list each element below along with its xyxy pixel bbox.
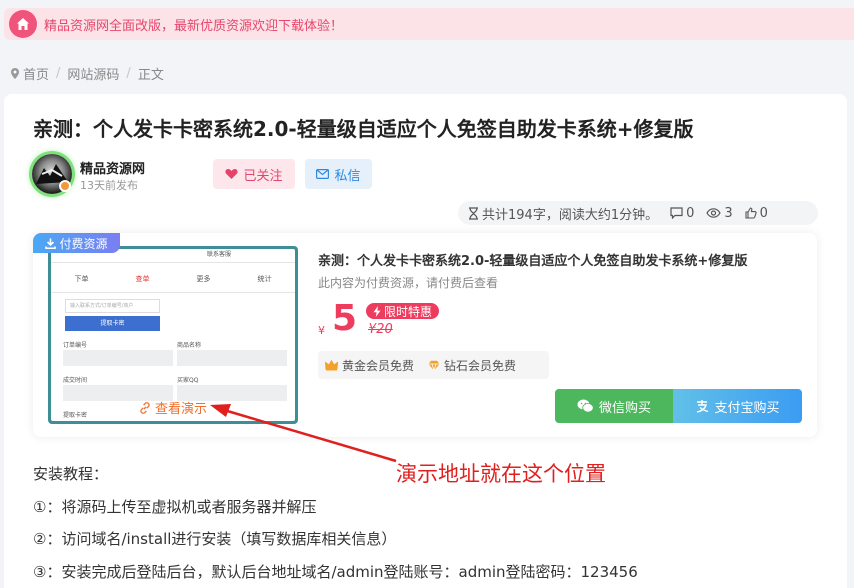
alipay-buy-button[interactable]: 支付宝购买 bbox=[673, 389, 802, 423]
diamond-icon bbox=[428, 360, 440, 371]
thumb-divider bbox=[51, 262, 295, 263]
thumb-query-button: 提取卡密 bbox=[65, 316, 160, 331]
location-pin-icon bbox=[11, 68, 19, 79]
follow-button[interactable]: 已关注 bbox=[213, 159, 295, 189]
thumb-top-text: 联系客服 bbox=[207, 251, 232, 258]
article-meta: 共计194字，阅读大约1分钟。 0 3 0 bbox=[458, 201, 818, 225]
thumb-input: 输入联系方式/订单编号/商户 bbox=[65, 299, 160, 313]
breadcrumb-category[interactable]: 网站源码 bbox=[67, 64, 119, 83]
alipay-buy-label: 支付宝购买 bbox=[714, 400, 780, 416]
mail-icon bbox=[316, 169, 330, 179]
follow-label: 已关注 bbox=[243, 168, 283, 184]
paid-resource-tag: 付费资源 bbox=[33, 233, 120, 253]
word-info: 共计194字，阅读大约1分钟。 bbox=[482, 207, 659, 223]
view-demo-label: 查看演示 bbox=[155, 402, 208, 417]
paid-resource-tag-label: 付费资源 bbox=[59, 236, 108, 251]
thumb-divider bbox=[51, 292, 295, 293]
message-label: 私信 bbox=[334, 168, 361, 184]
alipay-icon bbox=[697, 400, 709, 413]
link-icon bbox=[140, 401, 150, 414]
breadcrumb-current: 正文 bbox=[137, 68, 164, 83]
like-number: 0 bbox=[759, 205, 768, 221]
comment-number: 0 bbox=[686, 205, 695, 221]
word-count: 共计194字，阅读大约1分钟。 bbox=[468, 204, 658, 223]
post-time: 13天前发布 bbox=[80, 179, 138, 192]
view-demo-link[interactable]: 查看演示 bbox=[139, 398, 207, 417]
thumb-nav-item: 更多 bbox=[196, 275, 211, 283]
thumb-field bbox=[177, 350, 287, 366]
breadcrumb-separator: / bbox=[56, 66, 61, 81]
member-perks: 黄金会员免费 钻石会员免费 bbox=[318, 351, 549, 379]
heart-icon bbox=[225, 169, 239, 179]
price: 5 bbox=[332, 298, 358, 339]
comment-icon bbox=[670, 207, 683, 219]
original-price: ¥20 bbox=[368, 322, 393, 337]
thumb-label: 商品名称 bbox=[177, 342, 202, 349]
hourglass-icon bbox=[469, 206, 478, 220]
diamond-member-perk: 钻石会员免费 bbox=[428, 357, 516, 374]
comment-count[interactable]: 0 bbox=[670, 206, 694, 221]
resource-desc: 此内容为付费资源，请付费后查看 bbox=[318, 276, 499, 290]
wechat-buy-button[interactable]: 微信购买 bbox=[555, 389, 673, 423]
thumb-nav: 下单 查单 更多 统计 bbox=[51, 268, 295, 290]
notice-bar: 精品资源网全面改版，最新优质资源欢迎下载体验！ bbox=[4, 8, 854, 40]
notice-text: 精品资源网全面改版，最新优质资源欢迎下载体验！ bbox=[44, 19, 344, 34]
install-step: ③：安装完成后登陆后台，默认后台地址域名/admin登陆账号：admin登陆密码… bbox=[33, 563, 638, 581]
thumbnail-screen: 联系客服 下单 查单 更多 统计 输入联系方式/订单编号/商户 提取卡密 订单编… bbox=[51, 249, 295, 421]
view-number: 3 bbox=[724, 205, 733, 221]
thumb-nav-item: 查单 bbox=[135, 275, 150, 283]
annotation-text: 演示地址就在这个位置 bbox=[396, 462, 606, 486]
wechat-buy-label: 微信购买 bbox=[598, 400, 651, 416]
gold-member-perk: 黄金会员免费 bbox=[325, 357, 414, 374]
lightning-icon bbox=[373, 305, 381, 317]
promo-label: 限时特惠 bbox=[384, 304, 433, 319]
article-title: 亲测：个人发卡卡密系统2.0-轻量级自适应个人免签自助发卡系统+修复版 bbox=[33, 117, 694, 141]
breadcrumb-home[interactable]: 首页 bbox=[23, 64, 49, 83]
resource-title: 亲测：个人发卡卡密系统2.0-轻量级自适应个人免签自助发卡系统+修复版 bbox=[318, 254, 748, 269]
breadcrumb-separator: / bbox=[126, 66, 131, 81]
wechat-icon bbox=[577, 399, 594, 413]
install-step: ①：将源码上传至虚拟机或者服务器并解压 bbox=[33, 498, 317, 516]
author-name[interactable]: 精品资源网 bbox=[80, 158, 145, 177]
gold-member-label: 黄金会员免费 bbox=[342, 358, 415, 373]
install-step: ②：访问域名/install进行安装（填写数据库相关信息） bbox=[33, 530, 397, 548]
crown-icon bbox=[325, 359, 338, 370]
breadcrumb: 首页 / 网站源码 / 正文 bbox=[11, 64, 164, 83]
verified-badge-icon bbox=[59, 180, 71, 192]
like-count[interactable]: 0 bbox=[745, 206, 768, 221]
thumb-field bbox=[63, 350, 173, 366]
thumb-label: 成交时间 bbox=[63, 377, 88, 384]
currency-symbol: ¥ bbox=[318, 324, 325, 337]
thumb-label: 提取卡密 bbox=[63, 412, 88, 419]
thumb-nav-item: 统计 bbox=[257, 275, 272, 283]
view-count: 3 bbox=[706, 205, 733, 221]
thumb-label: 买家QQ bbox=[177, 377, 199, 384]
diamond-member-label: 钻石会员免费 bbox=[444, 358, 517, 373]
download-icon bbox=[45, 238, 57, 249]
promo-badge: 限时特惠 bbox=[366, 303, 440, 319]
eye-icon bbox=[706, 208, 722, 218]
thumb-nav-item: 下单 bbox=[74, 275, 89, 283]
thumbs-up-icon bbox=[745, 207, 757, 219]
home-icon bbox=[9, 10, 37, 38]
message-button[interactable]: 私信 bbox=[305, 159, 372, 189]
install-heading: 安装教程： bbox=[33, 465, 109, 483]
thumb-label: 订单编号 bbox=[63, 342, 88, 349]
